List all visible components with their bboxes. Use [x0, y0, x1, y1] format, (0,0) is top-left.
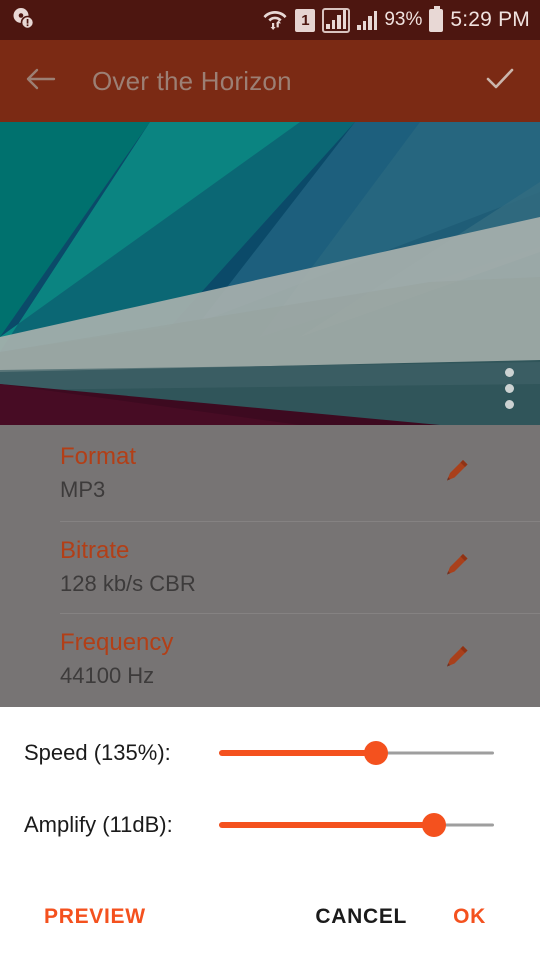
app-root: 1 93% 5:29 PM Over the Horizon Format MP…: [0, 0, 540, 960]
cancel-button[interactable]: CANCEL: [301, 895, 421, 939]
sim-number: 1: [301, 11, 310, 29]
overflow-menu-button[interactable]: [505, 368, 514, 409]
amplify-slider-label: Amplify (11dB):: [24, 812, 173, 837]
clock-label: 5:29 PM: [450, 8, 530, 31]
ok-button[interactable]: OK: [439, 895, 500, 939]
row-divider: [60, 521, 540, 522]
amplify-slider-thumb[interactable]: [421, 813, 446, 837]
preview-button[interactable]: PREVIEW: [30, 895, 160, 939]
signal-bars-icon: [357, 10, 378, 30]
battery-percent-label: 93%: [384, 9, 423, 30]
file-details-list: Format MP3 Bitrate 128 kb/s CBR Frequenc…: [0, 425, 540, 707]
pencil-icon: [442, 460, 472, 490]
edit-frequency-button[interactable]: [442, 642, 472, 677]
edit-bitrate-button[interactable]: [442, 550, 472, 585]
signal-bars-boxed-icon: [322, 7, 351, 33]
amplify-slider[interactable]: [219, 810, 494, 840]
confirm-button[interactable]: [478, 59, 522, 103]
amplify-slider-fill: [219, 822, 434, 828]
back-arrow-icon: [24, 63, 56, 100]
status-bar: 1 93% 5:29 PM: [0, 0, 540, 40]
app-bar: Over the Horizon: [0, 40, 540, 122]
signal-bars: [326, 9, 347, 29]
status-bar-notifications: [10, 6, 38, 35]
detail-row-bitrate[interactable]: Bitrate 128 kb/s CBR: [0, 521, 540, 613]
speed-slider-row: Speed (135%):: [0, 725, 540, 781]
check-icon: [483, 62, 517, 101]
detail-row-frequency[interactable]: Frequency 44100 Hz: [0, 613, 540, 705]
status-bar-indicators: 1 93% 5:29 PM: [262, 5, 530, 36]
artwork-graphic: [0, 122, 540, 425]
effects-dialog: Speed (135%): Amplify (11dB): PREVIEW CA…: [0, 707, 540, 960]
dialog-actions: PREVIEW CANCEL OK: [0, 874, 540, 960]
back-button[interactable]: [18, 59, 62, 103]
speed-slider-thumb[interactable]: [363, 741, 388, 765]
battery-full-icon: [429, 5, 444, 32]
wifi-transfer-icon: [262, 5, 288, 36]
pencil-icon: [442, 646, 472, 676]
page-title: Over the Horizon: [92, 65, 292, 96]
speed-slider-fill: [219, 750, 376, 756]
sim-indicator-icon: 1: [295, 8, 316, 32]
speed-slider[interactable]: [219, 738, 494, 768]
overflow-menu-icon: [505, 368, 514, 377]
album-artwork[interactable]: [0, 122, 540, 425]
speed-slider-label: Speed (135%):: [24, 740, 171, 765]
pencil-icon: [442, 554, 472, 584]
row-divider: [60, 613, 540, 614]
detail-row-format[interactable]: Format MP3: [0, 425, 540, 521]
disc-warning-icon: [10, 6, 38, 35]
edit-format-button[interactable]: [442, 456, 472, 491]
amplify-slider-row: Amplify (11dB):: [0, 797, 540, 853]
